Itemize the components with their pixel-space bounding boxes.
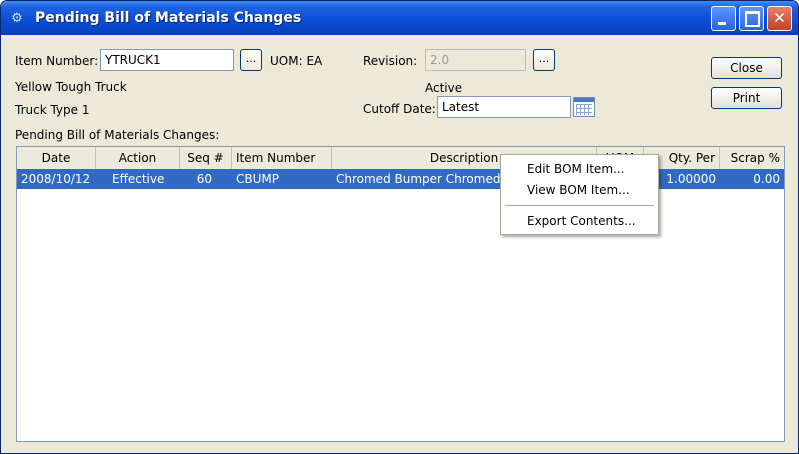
cell-seq: 60	[196, 172, 212, 186]
print-button[interactable]: Print	[711, 87, 782, 109]
column-header-item-number[interactable]: Item Number	[232, 147, 332, 169]
item-description-1: Yellow Tough Truck	[15, 80, 127, 94]
window-title: Pending Bill of Materials Changes	[35, 10, 302, 26]
close-icon: ✕	[773, 9, 786, 27]
item-number-label: Item Number:	[15, 54, 99, 68]
pending-changes-table[interactable]: Date Action Seq # Item Number Descriptio…	[16, 146, 785, 442]
column-header-seq[interactable]: Seq #	[180, 147, 232, 169]
column-header-action[interactable]: Action	[96, 147, 180, 169]
cell-date: 2008/10/12	[21, 172, 91, 186]
cutoff-date-label: Cutoff Date:	[363, 102, 436, 116]
close-window-button[interactable]: ✕	[767, 6, 792, 31]
revision-input: 2.0	[425, 49, 526, 71]
maximize-icon	[745, 11, 760, 27]
minimize-icon	[718, 22, 726, 25]
title-bar[interactable]: ⚙ Pending Bill of Materials Changes ✕	[1, 1, 798, 35]
table-header: Date Action Seq # Item Number Descriptio…	[17, 147, 784, 170]
table-row[interactable]: 2008/10/12 Effective 60 CBUMP Chromed Bu…	[17, 169, 784, 189]
calendar-grid	[576, 104, 592, 115]
cutoff-date-input[interactable]: Latest	[437, 96, 571, 118]
column-header-date[interactable]: Date	[17, 147, 96, 169]
item-lookup-button[interactable]: ...	[240, 49, 262, 71]
context-menu: Edit BOM Item... View BOM Item... Export…	[500, 154, 659, 235]
menu-item-export-contents[interactable]: Export Contents...	[501, 210, 658, 232]
minimize-button[interactable]	[711, 6, 736, 31]
cell-scrap: 0.00	[753, 172, 780, 186]
menu-item-view-bom-item[interactable]: View BOM Item...	[501, 179, 658, 201]
menu-separator	[505, 205, 654, 206]
column-header-scrap[interactable]: Scrap %	[720, 147, 784, 169]
cell-action: Effective	[112, 172, 165, 186]
calendar-icon[interactable]	[573, 97, 595, 117]
bom-icon: ⚙	[11, 11, 23, 26]
cell-item-number: CBUMP	[236, 172, 279, 186]
item-description-2: Truck Type 1	[15, 103, 90, 117]
uom-label: UOM: EA	[270, 54, 323, 68]
pending-changes-label: Pending Bill of Materials Changes:	[15, 128, 220, 142]
pending-bom-changes-window: ⚙ Pending Bill of Materials Changes ✕ It…	[0, 0, 799, 454]
revision-lookup-button[interactable]: ...	[533, 49, 555, 71]
menu-item-edit-bom-item[interactable]: Edit BOM Item...	[501, 158, 658, 180]
calendar-header	[574, 98, 594, 102]
close-button[interactable]: Close	[711, 57, 782, 79]
item-number-input[interactable]: YTRUCK1	[100, 49, 234, 71]
revision-status: Active	[425, 81, 463, 95]
revision-label: Revision:	[363, 54, 418, 68]
maximize-button[interactable]	[739, 6, 764, 31]
